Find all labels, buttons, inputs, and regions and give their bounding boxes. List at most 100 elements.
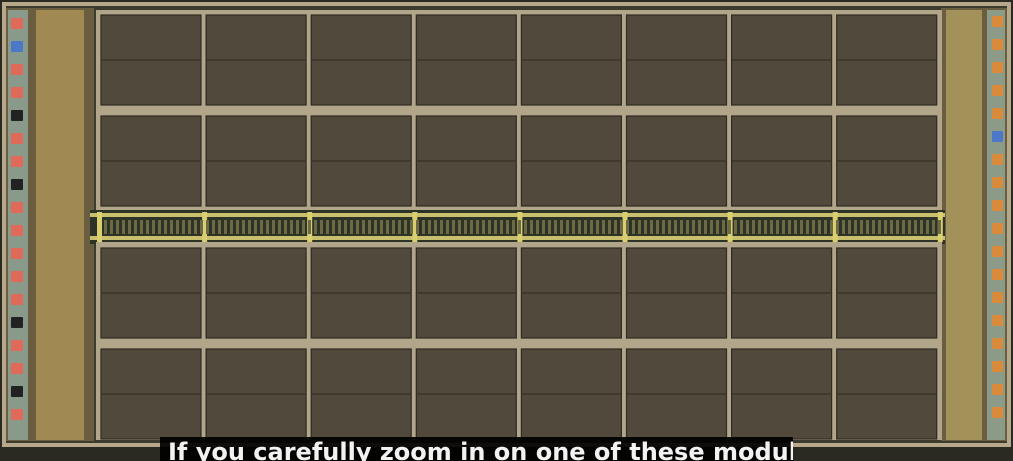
bond-pad: [992, 269, 1003, 280]
decoder-cell: [158, 220, 161, 234]
decoder-cell: [938, 220, 941, 234]
decoder-cell: [650, 220, 653, 234]
decoder-cell: [698, 220, 701, 234]
decoder-cell: [182, 220, 185, 234]
decoder-cell: [224, 220, 227, 234]
decoder-cell: [782, 220, 785, 234]
decoder-cell: [248, 220, 251, 234]
decoder-cell: [770, 220, 773, 234]
decoder-cell: [230, 220, 233, 234]
decoder-cell: [176, 220, 179, 234]
decoder-cell: [662, 220, 665, 234]
decoder-cell: [866, 220, 869, 234]
decoder-cell: [752, 220, 755, 234]
decoder-cell: [776, 220, 779, 234]
decoder-cell: [602, 220, 605, 234]
decoder-cell: [482, 220, 485, 234]
bond-pad: [11, 340, 23, 351]
decoder-cell: [296, 220, 299, 234]
bond-pad: [11, 133, 23, 144]
decoder-cell: [674, 220, 677, 234]
right-logic-strip: [946, 10, 982, 440]
decoder-cell: [764, 220, 767, 234]
decoder-cell: [488, 220, 491, 234]
decoder-cell: [440, 220, 443, 234]
decoder-cell: [746, 220, 749, 234]
bond-pad: [992, 200, 1003, 211]
decoder-cell: [290, 220, 293, 234]
decoder-cell: [548, 220, 551, 234]
decoder-cell: [266, 220, 269, 234]
decoder-cell: [524, 220, 527, 234]
decoder-cell: [692, 220, 695, 234]
decoder-cell: [572, 220, 575, 234]
decoder-cell: [368, 220, 371, 234]
decoder-cell: [236, 220, 239, 234]
bond-pad: [992, 338, 1003, 349]
decoder-cell: [884, 220, 887, 234]
decoder-cell: [260, 220, 263, 234]
bond-pad: [11, 179, 23, 190]
decoder-cell: [326, 220, 329, 234]
decoder-cell: [686, 220, 689, 234]
decoder-cell: [218, 220, 221, 234]
bond-pad: [992, 39, 1003, 50]
decoder-cell: [320, 220, 323, 234]
decoder-cell: [410, 220, 413, 234]
decoder-cell: [710, 220, 713, 234]
decoder-cell: [608, 220, 611, 234]
decoder-cell: [836, 220, 839, 234]
decoder-cell: [824, 220, 827, 234]
decoder-cell: [848, 220, 851, 234]
memory-array-bottom-half: [96, 242, 942, 440]
decoder-cell: [362, 220, 365, 234]
decoder-cell: [668, 220, 671, 234]
decoder-cell: [344, 220, 347, 234]
bond-pad: [11, 386, 23, 397]
decoder-cell: [560, 220, 563, 234]
decoder-cell: [554, 220, 557, 234]
left-logic-strip: [36, 10, 84, 440]
decoder-cell: [398, 220, 401, 234]
decoder-cell: [566, 220, 569, 234]
decoder-cell: [758, 220, 761, 234]
decoder-cell: [104, 220, 107, 234]
decoder-cell: [122, 220, 125, 234]
decoder-cell: [740, 220, 743, 234]
bond-pad: [992, 407, 1003, 418]
decoder-cell: [314, 220, 317, 234]
decoder-cell: [842, 220, 845, 234]
decoder-cell: [212, 220, 215, 234]
decoder-cell: [788, 220, 791, 234]
decoder-cell: [890, 220, 893, 234]
decoder-cell: [254, 220, 257, 234]
decoder-cell: [860, 220, 863, 234]
decoder-cell: [542, 220, 545, 234]
decoder-cell: [902, 220, 905, 234]
decoder-cell: [590, 220, 593, 234]
decoder-cell: [392, 220, 395, 234]
decoder-cell: [140, 220, 143, 234]
decoder-cell: [638, 220, 641, 234]
decoder-cell: [152, 220, 155, 234]
decoder-cell: [452, 220, 455, 234]
decoder-cell: [926, 220, 929, 234]
decoder-cell: [110, 220, 113, 234]
decoder-cell: [374, 220, 377, 234]
decoder-cell: [806, 220, 809, 234]
decoder-tap: [97, 212, 102, 242]
decoder-cell: [116, 220, 119, 234]
decoder-cell: [188, 220, 191, 234]
bond-pad: [11, 41, 23, 52]
decoder-cell: [734, 220, 737, 234]
center-decoder-strip: [90, 210, 945, 244]
decoder-cell: [728, 220, 731, 234]
decoder-cell: [908, 220, 911, 234]
bond-pad: [11, 271, 23, 282]
bond-pad: [992, 246, 1003, 257]
decoder-cell: [404, 220, 407, 234]
decoder-cell: [896, 220, 899, 234]
bond-pad: [992, 177, 1003, 188]
decoder-cell: [386, 220, 389, 234]
decoder-cell: [818, 220, 821, 234]
